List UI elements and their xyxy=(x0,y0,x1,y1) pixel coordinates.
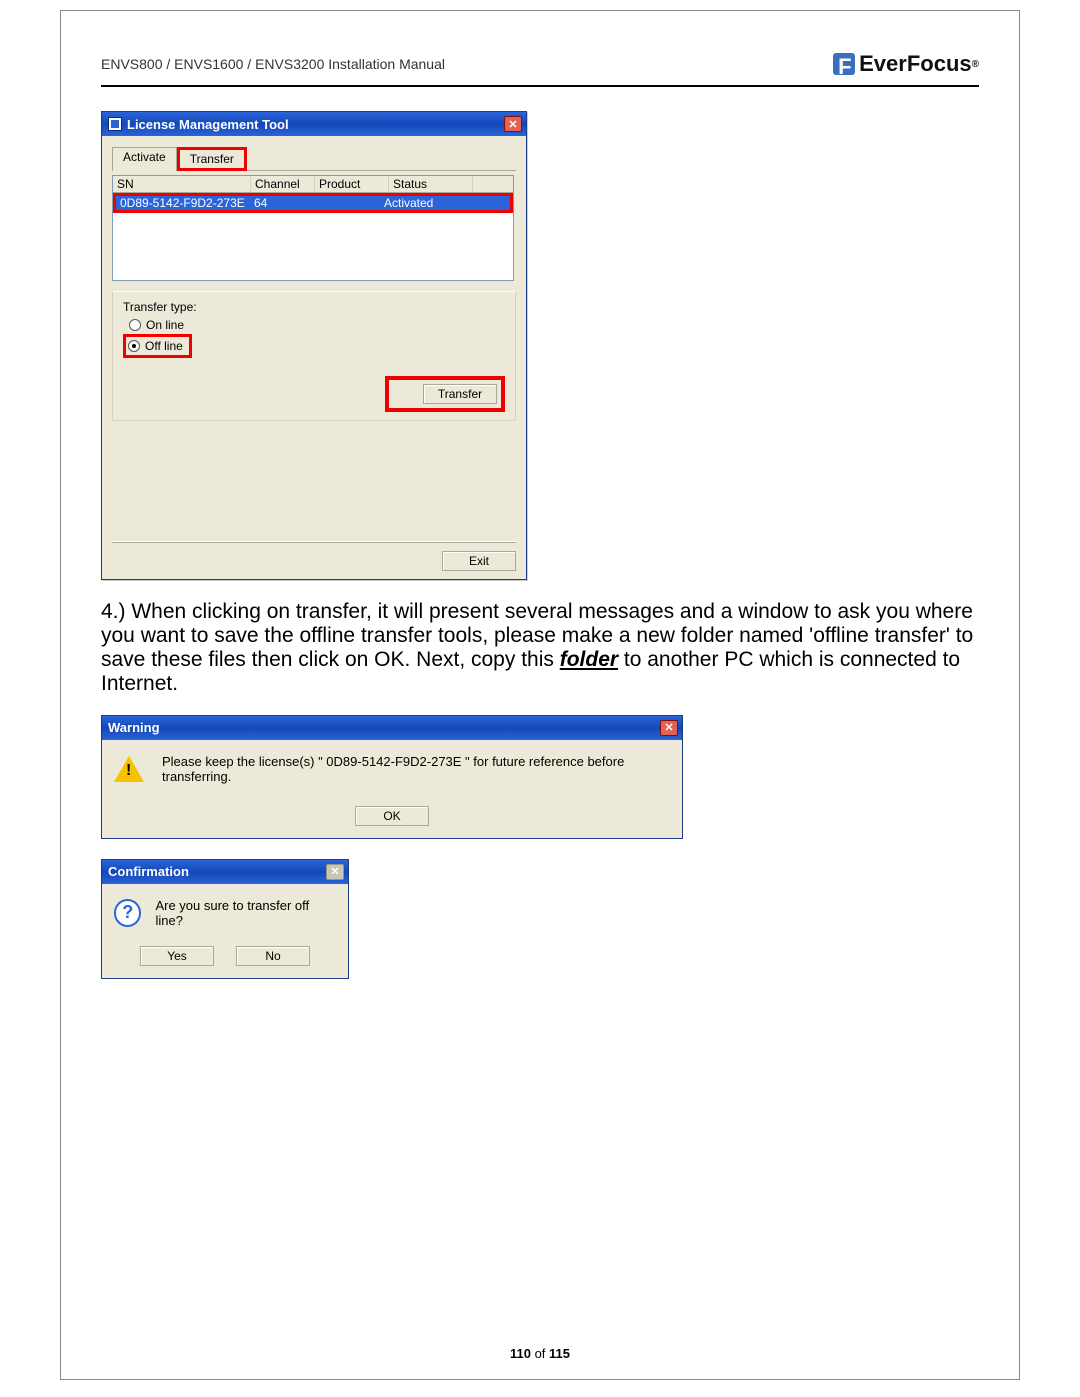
instruction-paragraph: 4.) When clicking on transfer, it will p… xyxy=(101,600,979,697)
col-product[interactable]: Product xyxy=(315,176,389,192)
lmt-titlebar[interactable]: License Management Tool ✕ xyxy=(102,112,526,136)
row-product xyxy=(310,196,380,210)
warning-titlebar[interactable]: Warning ✕ xyxy=(102,716,682,740)
radio-icon xyxy=(128,340,140,352)
ok-button[interactable]: OK xyxy=(355,806,429,826)
exit-button[interactable]: Exit xyxy=(442,551,516,571)
radio-icon xyxy=(129,319,141,331)
warning-dialog: Warning ✕ Please keep the license(s) " 0… xyxy=(101,715,683,839)
row-status: Activated xyxy=(380,196,460,210)
license-tool-window: License Management Tool ✕ Activate Trans… xyxy=(101,111,527,580)
radio-offline[interactable]: Off line xyxy=(123,334,192,358)
separator xyxy=(112,541,516,543)
window-title: License Management Tool xyxy=(127,117,289,132)
license-list[interactable]: SN Channel Product Status 0D89-5142-F9D2… xyxy=(112,175,514,281)
confirmation-titlebar[interactable]: Confirmation ✕ xyxy=(102,860,348,884)
brand-name: EverFocus xyxy=(859,51,972,77)
warning-title: Warning xyxy=(108,720,160,735)
page-footer: 110 of 115 xyxy=(61,1346,1019,1361)
tab-transfer[interactable]: Transfer xyxy=(177,147,247,171)
question-icon: ? xyxy=(114,899,141,927)
list-row[interactable]: 0D89-5142-F9D2-273E 64 Activated xyxy=(113,193,513,213)
page-number: 110 xyxy=(510,1346,531,1361)
close-icon[interactable]: ✕ xyxy=(326,864,344,880)
confirmation-title: Confirmation xyxy=(108,864,189,879)
document-page: ENVS800 / ENVS1600 / ENVS3200 Installati… xyxy=(60,10,1020,1380)
page-of: of xyxy=(535,1346,546,1361)
transfer-highlight: Transfer xyxy=(385,376,505,412)
close-icon[interactable]: ✕ xyxy=(504,116,522,132)
tab-strip: Activate Transfer xyxy=(112,146,516,171)
no-button[interactable]: No xyxy=(236,946,310,966)
row-channel: 64 xyxy=(250,196,310,210)
brand-logo: EverFocus ® xyxy=(833,51,979,77)
warning-icon xyxy=(114,756,144,782)
col-channel[interactable]: Channel xyxy=(251,176,315,192)
radio-online[interactable]: On line xyxy=(129,318,505,332)
radio-online-label: On line xyxy=(146,318,184,332)
instr-folder: folder xyxy=(560,648,618,671)
warning-message: Please keep the license(s) " 0D89-5142-F… xyxy=(162,754,670,784)
row-sn: 0D89-5142-F9D2-273E xyxy=(116,196,250,210)
transfer-button[interactable]: Transfer xyxy=(423,384,497,404)
close-icon[interactable]: ✕ xyxy=(660,720,678,736)
tab-activate[interactable]: Activate xyxy=(112,147,177,171)
page-header: ENVS800 / ENVS1600 / ENVS3200 Installati… xyxy=(101,51,979,83)
confirmation-dialog: Confirmation ✕ ? Are you sure to transfe… xyxy=(101,859,349,979)
transfer-type-group: Transfer type: On line Off line Transfer xyxy=(112,291,516,421)
transfer-type-label: Transfer type: xyxy=(123,300,505,314)
confirmation-message: Are you sure to transfer off line? xyxy=(155,898,336,928)
list-header: SN Channel Product Status xyxy=(113,176,513,193)
radio-offline-label: Off line xyxy=(145,339,183,353)
col-sn[interactable]: SN xyxy=(113,176,251,192)
app-icon xyxy=(108,117,122,131)
page-total: 115 xyxy=(549,1346,570,1361)
yes-button[interactable]: Yes xyxy=(140,946,214,966)
everfocus-icon xyxy=(833,53,855,75)
col-status[interactable]: Status xyxy=(389,176,473,192)
manual-title: ENVS800 / ENVS1600 / ENVS3200 Installati… xyxy=(101,56,445,72)
header-divider xyxy=(101,85,979,87)
